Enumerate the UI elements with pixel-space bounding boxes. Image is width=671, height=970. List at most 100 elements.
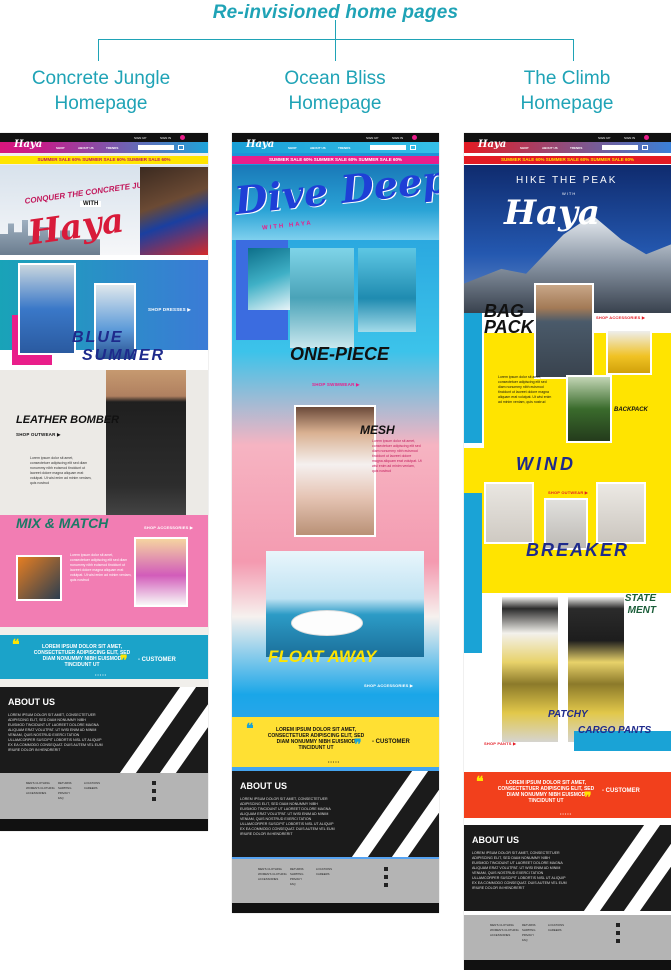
shop-outwear-link[interactable]: SHOP OUTWEAR ▶ [16,432,61,438]
instagram-icon[interactable] [616,939,620,943]
nav-shop[interactable]: SHOP [520,146,529,150]
mix-title: MIX & MATCH [16,515,109,531]
blue-title: BLUE [72,329,124,346]
brand-logo[interactable]: Haya [14,139,42,150]
nav-bar: Haya SHOP ABOUT US TRENDS [464,139,671,153]
hero-section: CONQUER THE CONCRETE JUNGLE WITH Haya [0,165,208,255]
search-input[interactable] [602,145,638,150]
testimonial: ❝ LOREM IPSUM DOLOR SIT AMET, CONSECTETU… [0,635,208,679]
sale-banner[interactable]: SUMMER SALE 60% SUMMER SALE 60% SUMMER S… [0,156,208,164]
column-title-ocean: Ocean Bliss Homepage [284,68,386,114]
user-icon[interactable] [412,135,417,140]
facebook-icon[interactable] [616,931,620,935]
mix-match-section: MIX & MATCH SHOP ACCESSORIES ▶ Lorem ips… [0,515,208,627]
testimonial-dots[interactable]: ••••• [95,672,107,677]
shop-pants-link[interactable]: SHOP PANTS ▶ [484,741,516,746]
nav-trends[interactable]: TRENDS [570,146,582,150]
about-section: ABOUT US LOREM IPSUM DOLOR SIT AMET, CON… [464,825,671,911]
summer-title: SUMMER [82,347,166,364]
sign-in-link[interactable]: SIGN IN [160,136,171,140]
sign-in-link[interactable]: SIGN IN [392,136,403,140]
nav-shop[interactable]: SHOP [56,146,65,150]
pack-title: PACK [484,317,534,337]
shop-dresses-link[interactable]: SHOP DRESSES ▶ [148,307,191,313]
statement-title: STATE MENT [624,593,656,616]
cart-icon[interactable] [410,145,416,150]
close-quote-icon: ❞ [120,653,128,669]
nav-trends[interactable]: TRENDS [338,146,350,150]
nav-about[interactable]: ABOUT US [78,146,94,150]
footer-link[interactable]: CAREERS [84,786,100,791]
about-title: ABOUT US [8,697,55,707]
testimonial-dots[interactable]: ••••• [328,759,340,764]
mesh-title: MESH [360,423,395,437]
shop-swimwear-link[interactable]: SHOP SWIMWEAR ▶ [312,382,360,388]
windbreaker-section: WIND SHOP OUTWEAR ▶ BREAKER [464,448,671,593]
instagram-icon[interactable] [384,883,388,887]
open-quote-icon: ❝ [12,637,20,653]
email-icon[interactable] [384,867,388,871]
sign-in-link[interactable]: SIGN IN [624,136,635,140]
leather-bomber-section: LEATHER BOMBER SHOP OUTWEAR ▶ Lorem ipsu… [0,370,208,515]
testimonial-text: LOREM IPSUM DOLOR SIT AMET, CONSECTETUER… [497,780,595,804]
backpack-body-text: Lorem ipsum dolor sit amet, consectetuer… [498,375,552,404]
bracket-left [98,39,99,61]
footer-col-1: MEN'S CLOTHING WOMEN'S CLOTHING ACCESSORIE… [26,781,55,796]
footer-link[interactable]: ACCESSORIES [258,877,287,882]
shop-accessories-link[interactable]: SHOP ACCESSORIES ▶ [144,525,193,530]
nav-bar: Haya SHOP ABOUT US TRENDS [0,139,208,153]
nav-bar: Haya SHOP ABOUT US TRENDS [232,139,439,153]
sign-up-link[interactable]: SIGN UP [366,136,378,140]
nav-about[interactable]: ABOUT US [542,146,558,150]
footer-col-3: LOCATIONS CAREERS [84,781,100,791]
brand-logo[interactable]: Haya [246,139,274,150]
footer-col-2: RETURNS SHIPPING PRIVACY FAQ [290,867,304,887]
nav-about[interactable]: ABOUT US [310,146,326,150]
bomber-body-text: Lorem ipsum dolor sit amet, consectetuer… [30,456,92,485]
email-icon[interactable] [152,781,156,785]
footer-col-2: RETURNS SHIPPING PRIVACY FAQ [58,781,72,801]
cart-icon[interactable] [642,145,648,150]
unicorn-float [292,611,362,635]
user-icon[interactable] [644,135,649,140]
jacket-photo-3 [596,482,646,544]
footer-link[interactable]: ACCESSORIES [26,791,55,796]
shop-outwear-link[interactable]: SHOP OUTWEAR ▶ [548,490,588,495]
about-section: ABOUT US LOREM IPSUM DOLOR SIT AMET, CON… [232,771,439,857]
teal-left-block [464,493,482,593]
brand-logo[interactable]: Haya [478,139,506,150]
footer-link[interactable]: CAREERS [316,872,332,877]
cart-icon[interactable] [178,145,184,150]
footer-link[interactable]: FAQ [290,882,304,887]
footer-link[interactable]: ACCESSORIES [490,933,519,938]
jacket-photo-1 [484,482,534,544]
facebook-icon[interactable] [152,789,156,793]
hero-hike: HIKE THE PEAK [516,175,618,186]
search-input[interactable] [138,145,174,150]
sign-up-link[interactable]: SIGN UP [134,136,146,140]
hero-with: WITH HAYA [261,220,314,232]
about-title: ABOUT US [240,781,287,791]
shop-accessories-link[interactable]: SHOP ACCESSORIES ▶ [364,683,413,688]
cargo-title: CARGO PANTS [578,725,652,736]
facebook-icon[interactable] [384,875,388,879]
footer-col-3: LOCATIONS CAREERS [316,867,332,877]
bottom-bar [0,819,208,831]
bracket-right [573,39,574,61]
footer-link[interactable]: FAQ [58,796,72,801]
nav-trends[interactable]: TRENDS [106,146,118,150]
user-icon[interactable] [180,135,185,140]
instagram-icon[interactable] [152,797,156,801]
nav-shop[interactable]: SHOP [288,146,297,150]
backpack-section: BAG PACK SHOP ACCESSORIES ▶ Lorem ipsum … [464,283,671,448]
search-input[interactable] [370,145,406,150]
shop-accessories-link[interactable]: SHOP ACCESSORIES ▶ [596,315,645,320]
sign-up-link[interactable]: SIGN UP [598,136,610,140]
email-icon[interactable] [616,923,620,927]
testimonial-dots[interactable]: ••••• [560,811,572,816]
footer-link[interactable]: CAREERS [548,928,564,933]
footer-link[interactable]: FAQ [522,938,536,943]
footer-col-3: LOCATIONS CAREERS [548,923,564,933]
sale-banner[interactable]: SUMMER SALE 60% SUMMER SALE 60% SUMMER S… [464,156,671,164]
float-title: FLOAT AWAY [268,647,377,666]
